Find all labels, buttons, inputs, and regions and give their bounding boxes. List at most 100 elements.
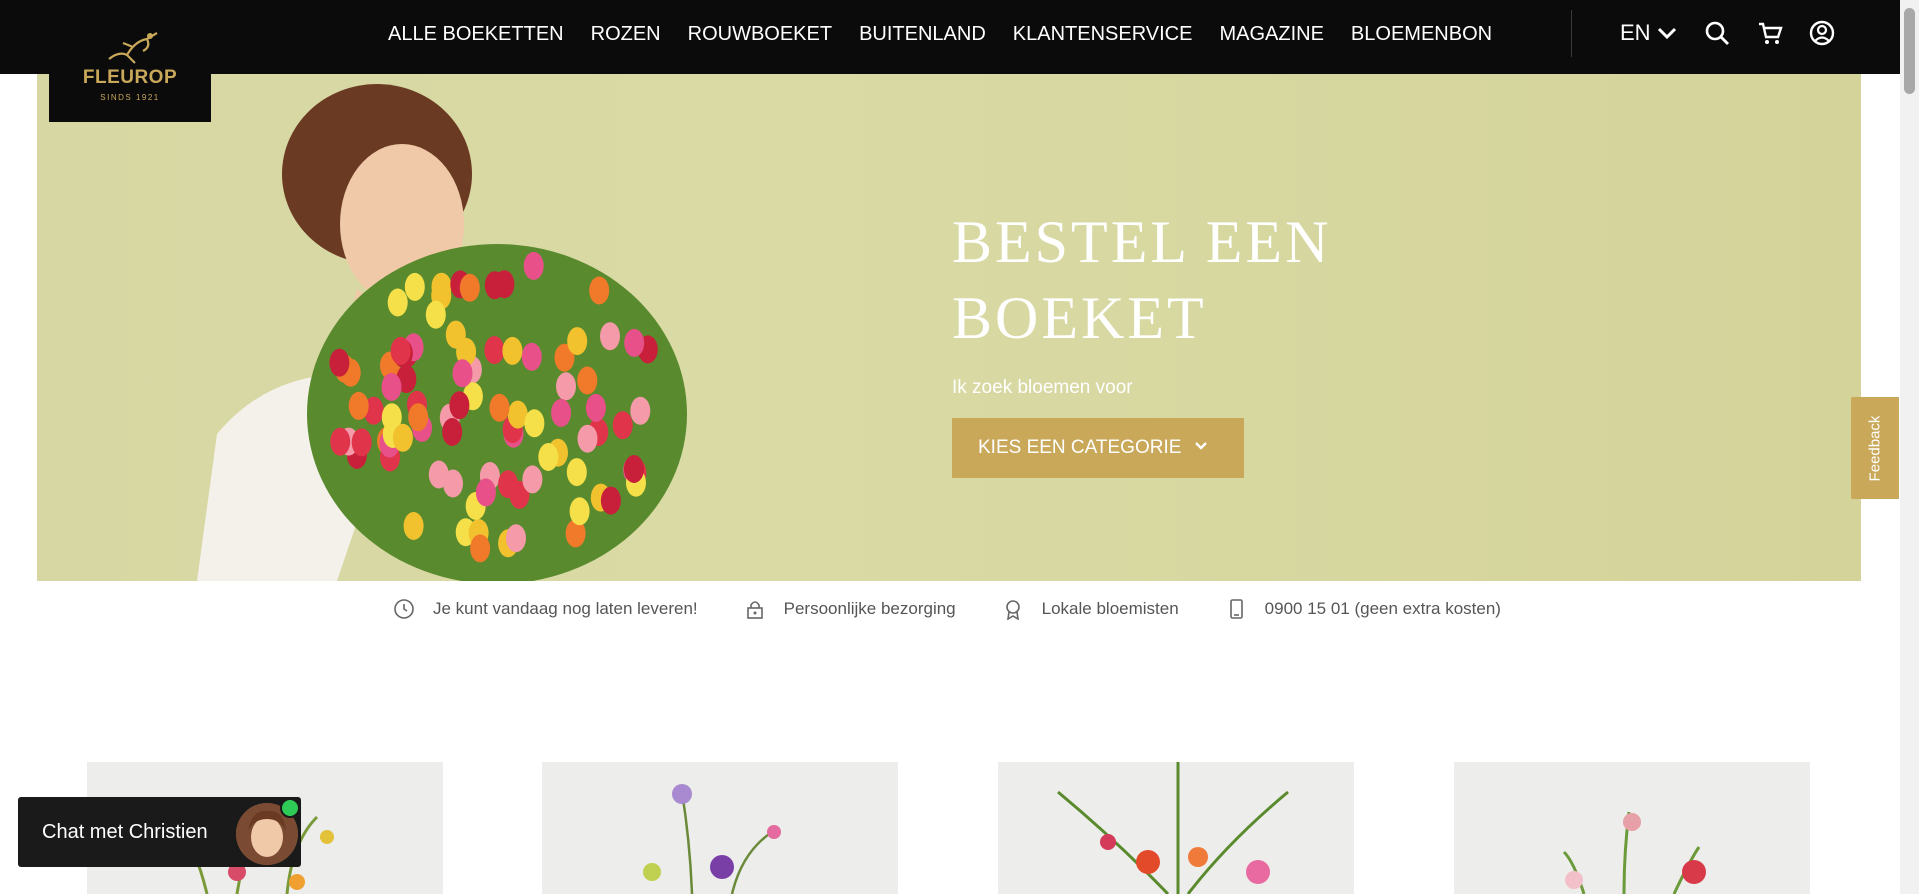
hero-banner: BESTEL EEN BOEKET Ik zoek bloemen voor K… <box>37 74 1861 581</box>
usp-label: Je kunt vandaag nog laten leveren! <box>433 599 698 618</box>
tulip-head <box>387 288 408 317</box>
tulip-head <box>390 336 411 365</box>
top-navigation-bar: ALLE BOEKETTEN ROZEN ROUWBOEKET BUITENLA… <box>0 0 1900 74</box>
page-scrollbar[interactable] <box>1900 0 1919 894</box>
usp-label: 0900 15 01 (geen extra kosten) <box>1264 599 1501 618</box>
online-status-indicator <box>280 798 300 818</box>
tulip-head <box>443 469 463 498</box>
nav-divider <box>1571 10 1572 57</box>
tulip-head <box>445 320 466 349</box>
tulip-head <box>566 458 587 487</box>
tulip-head <box>330 427 351 456</box>
choose-category-dropdown[interactable]: KIES EEN CATEGORIE <box>952 418 1244 478</box>
hero-title-line-1: BESTEL EEN <box>952 209 1332 275</box>
logo-tagline: SINDS 1921 <box>100 92 160 102</box>
tulip-head <box>523 251 544 280</box>
tulip-head <box>524 409 545 438</box>
logo-wordmark: FLEUROP <box>82 66 178 88</box>
tulip-head <box>392 423 413 452</box>
tulip-head <box>348 391 369 420</box>
fleurop-logo[interactable]: FLEUROP SINDS 1921 <box>49 0 211 122</box>
hero-subtitle: Ik zoek bloemen voor <box>952 377 1133 398</box>
tulip-head <box>589 276 610 305</box>
usp-same-day-delivery: Je kunt vandaag nog laten leveren! <box>393 598 698 620</box>
tulip-head <box>521 342 542 371</box>
lock-icon <box>746 601 763 619</box>
tulip-head <box>600 486 621 515</box>
feedback-label: Feedback <box>1866 415 1884 481</box>
nav-item-klantenservice[interactable]: KLANTENSERVICE <box>1013 23 1193 46</box>
usp-bar: Je kunt vandaag nog laten leveren! Perso… <box>393 598 1547 620</box>
tulip-head <box>522 465 543 494</box>
clock-icon <box>394 599 414 619</box>
tulip-head <box>475 478 496 507</box>
award-icon <box>1005 600 1020 620</box>
tulip-head <box>538 443 559 471</box>
nav-item-magazine[interactable]: MAGAZINE <box>1219 23 1323 46</box>
nav-item-rouwboeket[interactable]: ROUWBOEKET <box>688 23 832 46</box>
chat-label: Chat met Christien <box>42 820 208 843</box>
tulip-head <box>624 328 645 357</box>
main-nav: ALLE BOEKETTEN ROZEN ROUWBOEKET BUITENLA… <box>388 0 1519 68</box>
tulip-head <box>556 372 576 401</box>
tulip-head <box>498 470 519 499</box>
tulip-head <box>403 512 424 540</box>
tulip-head <box>459 273 480 302</box>
product-tile[interactable] <box>998 762 1354 894</box>
hero-title-line-2: BOEKET <box>952 285 1207 351</box>
phone-icon <box>1229 599 1243 619</box>
language-selector[interactable]: EN <box>1620 20 1677 46</box>
language-label: EN <box>1620 20 1651 45</box>
cart-icon[interactable] <box>1757 20 1783 46</box>
tulip-head <box>381 373 402 401</box>
tulip-head <box>600 322 620 351</box>
nav-item-bloemenbon[interactable]: BLOEMENBON <box>1351 23 1492 46</box>
tulip-head <box>630 396 651 425</box>
tulip-head <box>452 359 473 388</box>
tulip-head <box>431 272 452 301</box>
tulip-head <box>506 524 526 553</box>
tulip-head <box>484 271 505 300</box>
tulip-head <box>329 348 350 377</box>
tulip-head <box>470 534 491 563</box>
nav-item-alle-boeketten[interactable]: ALLE BOEKETTEN <box>388 23 564 46</box>
usp-label: Persoonlijke bezorging <box>783 599 956 618</box>
tulip-head <box>612 411 633 440</box>
tulip-head <box>569 497 590 526</box>
nav-item-buitenland[interactable]: BUITENLAND <box>859 23 986 46</box>
tulip-head <box>484 336 505 365</box>
bouquet-image <box>643 784 781 894</box>
chevron-down-icon <box>1657 27 1676 40</box>
usp-local-florists: Lokale bloemisten <box>1002 598 1179 620</box>
search-icon[interactable] <box>1704 20 1730 46</box>
tulip-head <box>502 336 523 365</box>
tulip-head <box>577 366 598 395</box>
tulip-head <box>442 418 463 446</box>
tulip-head <box>489 393 510 422</box>
user-icon[interactable] <box>1809 20 1835 46</box>
feedback-tab[interactable]: Feedback <box>1851 397 1899 499</box>
bouquet-image <box>1562 811 1706 894</box>
usp-personal-delivery: Persoonlijke bezorging <box>744 598 956 620</box>
product-tile[interactable] <box>1454 762 1810 894</box>
scrollbar-thumb[interactable] <box>1904 8 1915 94</box>
tulip-head <box>551 398 572 427</box>
tulip-head <box>567 327 588 356</box>
usp-phone-number[interactable]: 0900 15 01 (geen extra kosten) <box>1225 598 1501 620</box>
tulip-head <box>425 300 446 329</box>
chevron-down-icon <box>1195 442 1207 450</box>
hero-title: BESTEL EEN BOEKET <box>952 204 1412 356</box>
mercury-figure-icon <box>108 31 158 64</box>
tulip-head <box>449 391 470 420</box>
tulip-head <box>351 428 372 457</box>
tulip-head <box>624 455 644 483</box>
chat-widget[interactable]: Chat met Christien <box>18 797 301 867</box>
nav-item-rozen[interactable]: ROZEN <box>591 23 661 46</box>
product-tile[interactable] <box>542 762 898 894</box>
tulip-head <box>585 393 606 422</box>
bouquet-image <box>1057 762 1289 894</box>
tulip-head <box>577 424 598 453</box>
woman-with-tulips-image <box>197 84 687 581</box>
usp-label: Lokale bloemisten <box>1041 599 1179 618</box>
tulip-head <box>408 403 429 432</box>
